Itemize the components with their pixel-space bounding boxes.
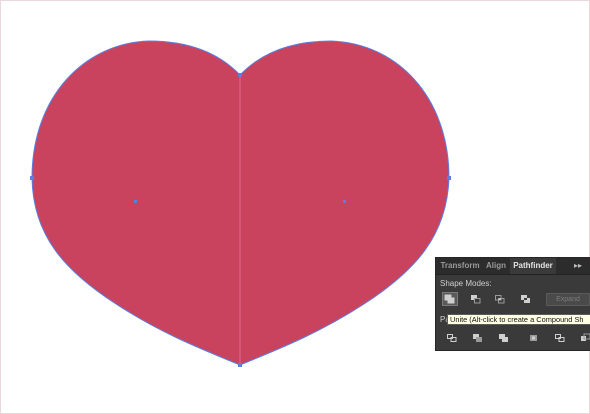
merge-button[interactable] xyxy=(496,332,512,344)
crop-icon xyxy=(530,335,537,341)
artboard xyxy=(1,1,589,413)
anchor-point-left[interactable] xyxy=(30,176,34,180)
anchor-point-top[interactable] xyxy=(238,73,242,77)
panel-tab-bar: Transform Align Pathfinder ▸▸ xyxy=(436,258,590,275)
unite-tooltip: Unite (Alt-click to create a Compound Sh xyxy=(447,314,590,325)
intersect-button[interactable] xyxy=(492,292,508,306)
outline-icon xyxy=(555,334,565,342)
divide-button[interactable] xyxy=(444,332,460,344)
minus-back-icon xyxy=(581,333,590,341)
pathfinder-panel: Transform Align Pathfinder ▸▸ Shape Mode… xyxy=(435,257,590,351)
trim-icon xyxy=(473,334,482,342)
outline-button[interactable] xyxy=(552,332,568,344)
anchor-point-right[interactable] xyxy=(447,176,451,180)
heart-artwork[interactable] xyxy=(1,1,589,413)
crop-button[interactable] xyxy=(526,332,542,344)
unite-button[interactable] xyxy=(442,292,458,306)
panel-menu-button[interactable]: ▸▸ xyxy=(572,258,584,274)
divide-icon xyxy=(447,334,457,342)
minus-back-button[interactable] xyxy=(578,332,590,344)
minus-front-icon xyxy=(471,295,481,304)
exclude-icon xyxy=(521,295,530,303)
merge-icon xyxy=(499,334,508,342)
unite-icon xyxy=(444,294,455,304)
exclude-button[interactable] xyxy=(518,292,534,306)
shape-modes-label: Shape Modes: xyxy=(440,279,492,288)
center-point-left xyxy=(134,200,137,203)
tab-align[interactable]: Align xyxy=(483,258,509,274)
minus-front-button[interactable] xyxy=(468,292,484,306)
anchor-point-bottom[interactable] xyxy=(238,363,242,367)
tab-pathfinder[interactable]: Pathfinder xyxy=(510,258,556,274)
expand-button[interactable]: Expand xyxy=(546,293,590,306)
trim-button[interactable] xyxy=(470,332,486,344)
intersect-icon xyxy=(495,295,505,304)
center-point-right xyxy=(343,200,346,203)
tab-transform[interactable]: Transform xyxy=(440,258,480,274)
